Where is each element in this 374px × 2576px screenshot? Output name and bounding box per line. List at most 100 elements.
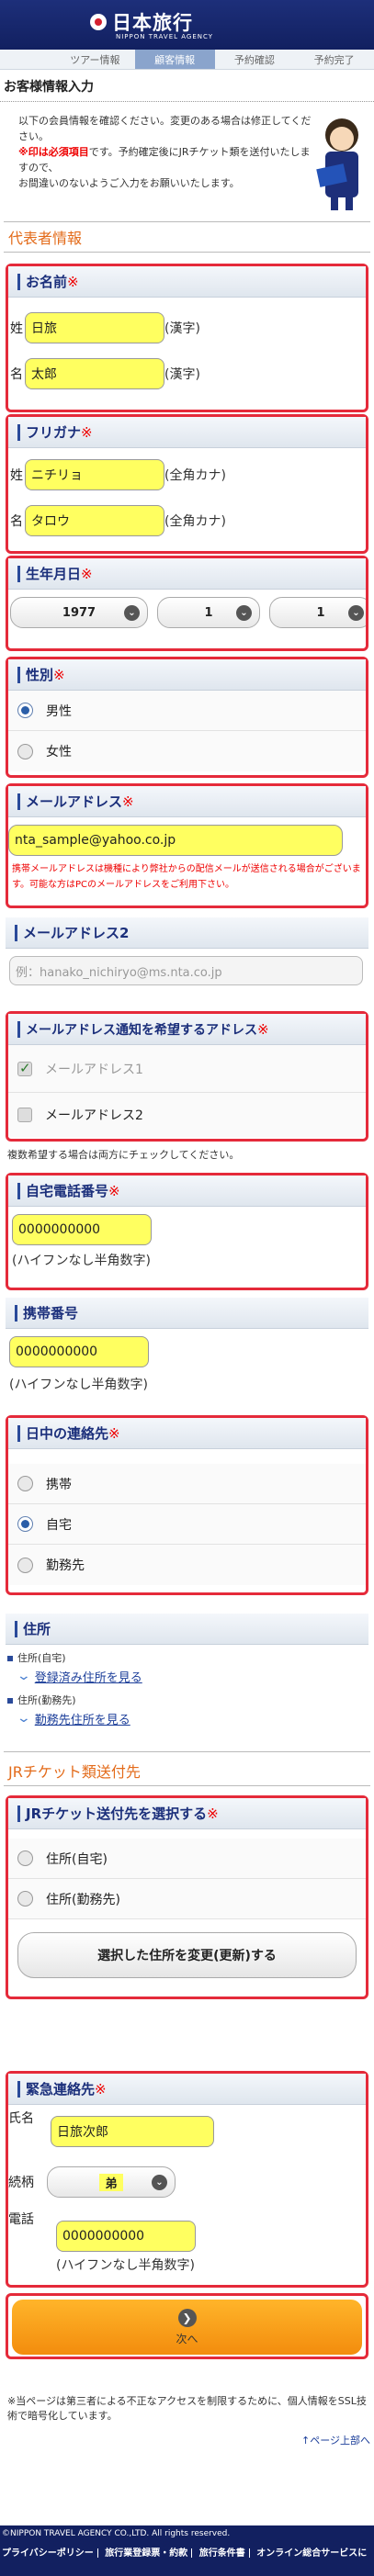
email-heading: メールアドレス ※: [8, 786, 366, 817]
home-phone-heading: 自宅電話番号 ※: [8, 1176, 366, 1207]
birth-heading: 生年月日 ※: [8, 558, 366, 590]
app-header: 日本旅行 NIPPON TRAVEL AGENCY: [0, 0, 374, 50]
footer-link-online[interactable]: オンライン総合サービスに: [256, 2548, 367, 2559]
next-box: ❯ 次へ: [6, 2293, 368, 2359]
chevron-down-icon: ⌄: [16, 1669, 32, 1683]
step-tour-info: ツアー情報: [70, 53, 120, 66]
step-confirm: 予約確認: [233, 53, 275, 66]
arrow-right-icon: ❯: [177, 2308, 197, 2327]
home-phone-input[interactable]: [12, 1214, 152, 1245]
footer: ©NIPPON TRAVEL AGENCY CO.,LTD. All right…: [0, 2525, 374, 2576]
birth-box: 生年月日 ※ 1977 ⌄ 1 ⌄ 1 ⌄: [6, 556, 368, 651]
name-box: お名前※ 姓 (漢字) 名 (漢字): [6, 264, 368, 412]
emergency-box: 緊急連絡先※ 氏名 続柄 弟⌄ 電話 (ハイフンなし半角数字): [6, 2071, 368, 2288]
next-button[interactable]: ❯ 次へ: [12, 2300, 362, 2355]
furigana-sei-row: 姓 (全角カナ): [8, 452, 366, 498]
birth-month-select[interactable]: 1 ⌄: [157, 597, 260, 628]
checkbox-empty-icon: [17, 1108, 32, 1122]
email2-box: メールアドレス2 例：hanako_nichiryo@ms.nta.co.jp: [6, 917, 368, 1006]
jr-select-heading: JRチケット送付先を選択する ※: [8, 1798, 366, 1829]
name-mei-input[interactable]: [25, 358, 164, 389]
footer-link-registration[interactable]: 旅行業登録票・約款: [105, 2548, 187, 2559]
daytime-mobile-option[interactable]: 携帯: [8, 1464, 366, 1504]
chevron-down-icon: ⌄: [348, 605, 364, 621]
section-representative: 代表者情報: [8, 230, 83, 247]
birth-day-select[interactable]: 1 ⌄: [269, 597, 366, 628]
chevron-down-icon: ⌄: [236, 605, 252, 621]
jr-work-option[interactable]: 住所(勤務先): [8, 1879, 366, 1919]
radio-empty-icon: [17, 1891, 33, 1907]
ssl-note: ※当ページは第三者による不正なアクセスを制限するために、個人情報をSSL技術で暗…: [7, 2395, 367, 2422]
chevron-down-icon: ⌄: [152, 2175, 167, 2190]
notify-note: 複数希望する場合は両方にチェックしてください。: [7, 1149, 240, 1161]
email2-heading: メールアドレス2: [6, 917, 368, 949]
mascot-illustration-icon: [316, 118, 358, 210]
birth-year-select[interactable]: 1977 ⌄: [10, 597, 148, 628]
radio-empty-icon: [17, 1850, 33, 1866]
furigana-mei-row: 名 (全角カナ): [8, 498, 366, 544]
daytime-home-option[interactable]: 自宅: [8, 1504, 366, 1545]
mobile-box: 携帯番号 (ハイフンなし半角数字): [6, 1298, 368, 1410]
name-mei-row: 名 (漢字): [8, 351, 366, 397]
gender-box: 性別 ※ 男性 女性: [6, 657, 368, 778]
mobile-input[interactable]: [9, 1336, 149, 1367]
furigana-mei-input[interactable]: [25, 505, 164, 536]
footer-links: プライバシーポリシー 旅行業登録票・約款 旅行条件書 オンライン総合サービスに: [2, 2545, 374, 2559]
daytime-heading: 日中の連絡先 ※: [8, 1418, 366, 1449]
home-address-link[interactable]: ⌄ 登録済み住所を見る: [6, 1665, 368, 1687]
gender-female-option[interactable]: 女性: [8, 731, 366, 771]
step-complete: 予約完了: [313, 53, 355, 66]
work-address-link[interactable]: ⌄ 勤務先住所を見る: [6, 1707, 368, 1729]
chevron-down-icon: ⌄: [16, 1711, 32, 1726]
radio-empty-icon: [17, 743, 33, 759]
address-box: 住所 住所(自宅) ⌄ 登録済み住所を見る 住所(勤務先) ⌄ 勤務先住所を見る: [6, 1614, 368, 1751]
daytime-work-option[interactable]: 勤務先: [8, 1545, 366, 1585]
emergency-phone-input[interactable]: [56, 2221, 196, 2252]
step-customer-info: 顧客情報: [134, 50, 215, 69]
furigana-heading: フリガナ ※: [8, 417, 366, 448]
daytime-box: 日中の連絡先 ※ 携帯 自宅 勤務先: [6, 1415, 368, 1595]
gender-heading: 性別 ※: [8, 659, 366, 691]
email-box: メールアドレス※ 携帯メールアドレスは機種により弊社からの配信メールが送信される…: [6, 783, 368, 908]
radio-selected-icon: [17, 1516, 33, 1532]
jr-home-option[interactable]: 住所(自宅): [8, 1839, 366, 1879]
radio-selected-icon: [17, 703, 33, 718]
furigana-sei-input[interactable]: [25, 459, 164, 490]
checkbox-checked-icon: [17, 1060, 32, 1076]
gender-male-option[interactable]: 男性: [8, 691, 366, 731]
email-warning: 携帯メールアドレスは機種により弊社からの配信メールが送信される場合がございます。…: [12, 864, 361, 890]
logo-text: 日本旅行: [112, 11, 193, 34]
nta-logo[interactable]: 日本旅行: [90, 8, 193, 36]
name-sei-row: 姓 (漢字): [8, 305, 366, 351]
page-title: お客様情報入力: [0, 70, 374, 102]
emergency-heading: 緊急連絡先 ※: [8, 2074, 366, 2105]
emergency-name-input[interactable]: [51, 2116, 214, 2147]
jr-select-box: JRチケット送付先を選択する ※ 住所(自宅) 住所(勤務先) 選択した住所を変更…: [6, 1795, 368, 1999]
notify-email2-option[interactable]: メールアドレス2: [8, 1093, 366, 1137]
notify-email1-option[interactable]: メールアドレス1: [8, 1045, 366, 1093]
footer-link-privacy[interactable]: プライバシーポリシー: [2, 2548, 94, 2559]
copyright: ©NIPPON TRAVEL AGENCY CO.,LTD. All right…: [2, 2529, 231, 2538]
emergency-relation-select[interactable]: 弟 ⌄: [47, 2166, 176, 2198]
address-heading: 住所: [6, 1614, 368, 1645]
radio-empty-icon: [17, 1557, 33, 1573]
notify-heading: メールアドレス通知を希望するアドレス ※: [8, 1014, 366, 1045]
home-phone-box: 自宅電話番号※ (ハイフンなし半角数字): [6, 1173, 368, 1290]
email-input[interactable]: [8, 825, 343, 856]
radio-empty-icon: [17, 1476, 33, 1491]
update-address-button[interactable]: 選択した住所を変更(更新)する: [17, 1932, 357, 1978]
progress-steps: ツアー情報 顧客情報 予約確認 予約完了: [0, 50, 374, 70]
name-heading: お名前 ※: [8, 266, 366, 298]
section-jr: JRチケット類送付先: [8, 1763, 141, 1781]
furigana-box: フリガナ※ 姓 (全角カナ) 名 (全角カナ): [6, 414, 368, 554]
name-sei-input[interactable]: [25, 312, 164, 343]
footer-link-conditions[interactable]: 旅行条件書: [199, 2548, 245, 2559]
intro-text: 以下の会員情報を確認ください。変更のある場合は修正してください。 ※印は必須項目…: [18, 115, 312, 189]
notify-box: メールアドレス通知を希望するアドレス※ メールアドレス1 メールアドレス2: [6, 1011, 368, 1142]
page-top-link[interactable]: ↑ページ上部へ: [0, 2433, 374, 2447]
logo-circle-icon: [90, 14, 107, 30]
mobile-heading: 携帯番号: [6, 1298, 368, 1329]
logo-subtitle: NIPPON TRAVEL AGENCY: [116, 33, 214, 40]
email2-input[interactable]: 例：hanako_nichiryo@ms.nta.co.jp: [9, 956, 363, 985]
intro-block: 以下の会員情報を確認ください。変更のある場合は修正してください。 ※印は必須項目…: [0, 102, 374, 221]
